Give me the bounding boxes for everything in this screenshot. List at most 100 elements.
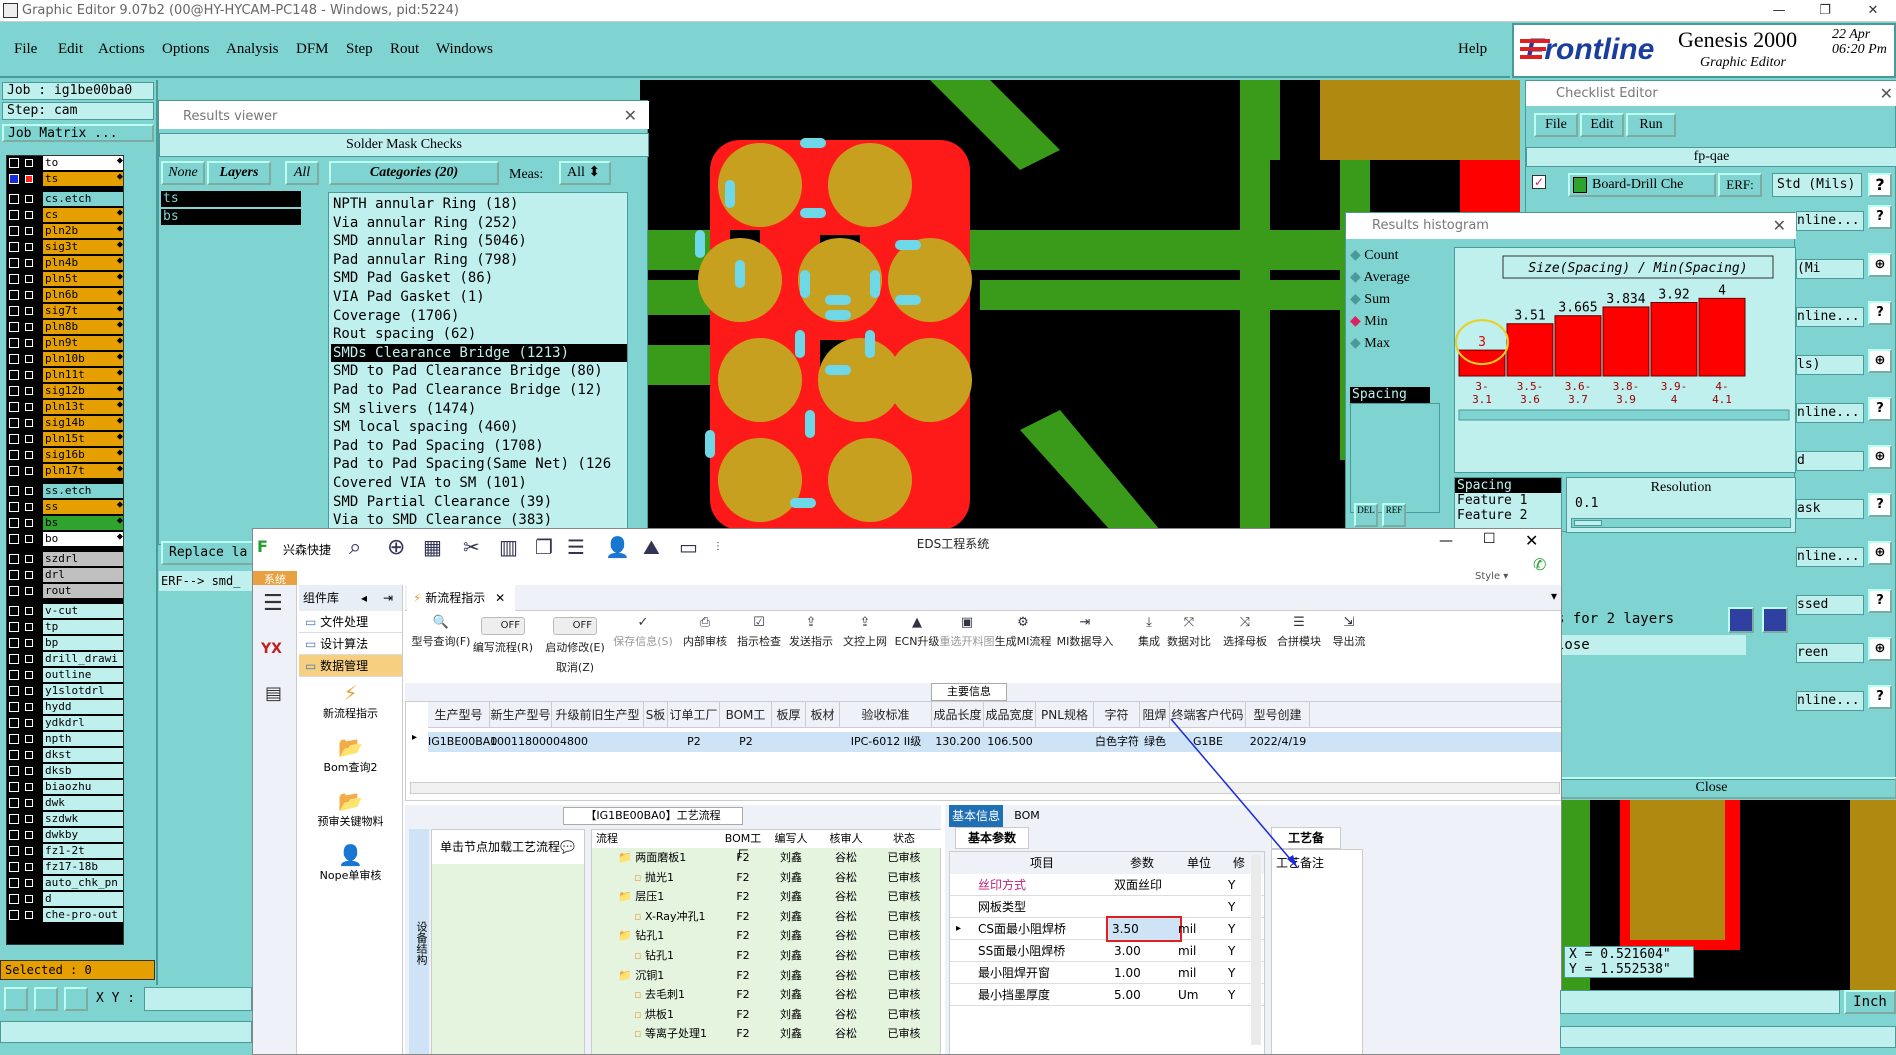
layer-row[interactable]: fz1-2t <box>7 844 125 858</box>
menu-step[interactable]: Step <box>346 41 373 58</box>
histogram-bar[interactable] <box>1506 323 1554 377</box>
layer-display-box[interactable] <box>25 467 33 475</box>
layer-display-box[interactable] <box>25 815 33 823</box>
layer-display-box[interactable] <box>25 487 33 495</box>
layer-row[interactable]: pln6b ⬥ <box>7 288 125 302</box>
layer-name[interactable]: pln17t <box>43 464 123 478</box>
menu-rout[interactable]: Rout <box>390 41 419 58</box>
menu-help[interactable]: Help <box>1458 41 1487 58</box>
menu-windows[interactable]: Windows <box>436 41 493 58</box>
layer-checkbox[interactable] <box>9 338 19 348</box>
layer-row[interactable]: drill_drawi <box>7 652 125 666</box>
radio-icon[interactable]: ◆ <box>1350 336 1364 351</box>
checklist-side-item[interactable]: nline... <box>1796 307 1864 327</box>
layer-checkbox[interactable] <box>9 418 19 428</box>
layer-display-box[interactable] <box>25 435 33 443</box>
zoom-icon[interactable]: ⊕ <box>1868 349 1892 373</box>
layer-row[interactable]: dkst <box>7 748 125 762</box>
layer-checkbox[interactable] <box>9 718 19 728</box>
checklist-side-item[interactable]: nline... <box>1796 547 1864 567</box>
layer-row[interactable]: rout <box>7 584 125 598</box>
layer-display-box[interactable] <box>25 895 33 903</box>
layer-checkbox[interactable] <box>9 258 19 268</box>
graphic-canvas-lower[interactable]: X = 0.521604" Y = 1.552538" <box>1560 800 1896 990</box>
category-item[interactable]: Via annular Ring (252) <box>331 214 627 232</box>
menu-file[interactable]: File <box>14 41 37 58</box>
category-item[interactable]: NPTH annular Ring (18) <box>331 195 627 213</box>
layer-name[interactable]: hydd <box>43 700 123 714</box>
layer-row[interactable]: cs ⬥ <box>7 208 125 222</box>
layer-display-box[interactable] <box>25 687 33 695</box>
layer-display-box[interactable] <box>25 703 33 711</box>
layer-checkbox[interactable] <box>9 370 19 380</box>
layer-checkbox[interactable] <box>9 766 19 776</box>
layer-checkbox[interactable] <box>9 450 19 460</box>
layer-checkbox[interactable] <box>9 290 19 300</box>
menu-actions[interactable]: Actions <box>98 41 145 58</box>
layer-row[interactable]: to ⬥ <box>7 156 125 170</box>
tool-icon-2[interactable] <box>34 987 58 1011</box>
ref-button[interactable]: REF <box>1382 503 1406 527</box>
layer-name[interactable]: v-cut <box>43 604 123 618</box>
layer-display-box[interactable] <box>25 195 33 203</box>
checklist-close-icon[interactable]: ✕ <box>1880 84 1893 103</box>
zoom-icon[interactable]: ⊕ <box>1868 541 1892 565</box>
layer-row[interactable]: dksb <box>7 764 125 778</box>
results-viewer-close-icon[interactable]: ✕ <box>624 106 637 125</box>
layer-checkbox[interactable] <box>9 670 19 680</box>
rv-layer-ts[interactable]: ts <box>161 191 301 207</box>
checklist-side-item[interactable]: nline... <box>1796 691 1864 711</box>
layer-checkbox[interactable] <box>9 750 19 760</box>
layer-display-box[interactable] <box>25 719 33 727</box>
layer-name[interactable]: sig16b <box>43 448 123 462</box>
layer-name[interactable]: szdrl <box>43 552 123 566</box>
all-button[interactable]: All <box>285 161 319 185</box>
layer-row[interactable]: pln4b ⬥ <box>7 256 125 270</box>
layer-name[interactable]: pln9t <box>43 336 123 350</box>
layer-display-box[interactable] <box>25 387 33 395</box>
layer-name[interactable]: sig7t <box>43 304 123 318</box>
layer-checkbox[interactable] <box>9 702 19 712</box>
category-item[interactable]: Pad to Pad Spacing(Same Net) (126 <box>331 455 627 473</box>
histogram-bar[interactable] <box>1698 297 1746 377</box>
histogram-option[interactable]: ◆ Min <box>1350 313 1388 330</box>
layer-name[interactable]: d <box>43 892 123 906</box>
layer-checkbox[interactable] <box>9 570 19 580</box>
layer-checkbox[interactable] <box>9 274 19 284</box>
layer-checkbox[interactable] <box>9 174 19 184</box>
category-item[interactable]: SMD to Pad Clearance Bridge (80) <box>331 362 627 380</box>
layer-name[interactable]: dksb <box>43 764 123 778</box>
layer-row[interactable]: cs.etch <box>7 192 125 206</box>
layer-display-box[interactable] <box>25 555 33 563</box>
layer-display-box[interactable] <box>25 519 33 527</box>
help-icon[interactable]: ? <box>1868 589 1892 613</box>
layer-name[interactable]: pln10b <box>43 352 123 366</box>
layer-checkbox[interactable] <box>9 686 19 696</box>
layer-display-box[interactable] <box>25 655 33 663</box>
layer-row[interactable]: bo ⬥ <box>7 532 125 546</box>
layer-row[interactable]: hydd <box>7 700 125 714</box>
histogram-bar[interactable] <box>1650 301 1698 377</box>
checklist-side-item[interactable]: ssed <box>1796 595 1864 615</box>
layer-display-box[interactable] <box>25 259 33 267</box>
layers-button[interactable]: Layers <box>207 161 271 185</box>
layer-display-box[interactable] <box>25 863 33 871</box>
layer-checkbox[interactable] <box>9 534 19 544</box>
layer-checkbox[interactable] <box>9 322 19 332</box>
layer-display-box[interactable] <box>25 831 33 839</box>
category-item[interactable]: Rout spacing (62) <box>331 325 627 343</box>
layer-name[interactable]: to <box>43 156 123 170</box>
board-drill-check[interactable]: Board-Drill Che <box>1568 173 1716 197</box>
layer-row[interactable]: d <box>7 892 125 906</box>
layer-row[interactable]: pln9t ⬥ <box>7 336 125 350</box>
layer-name[interactable]: pln2b <box>43 224 123 238</box>
layer-display-box[interactable] <box>25 911 33 919</box>
layer-name[interactable]: szdwk <box>43 812 123 826</box>
layer-checkbox[interactable] <box>9 862 19 872</box>
radio-icon[interactable]: ◆ <box>1350 270 1364 285</box>
layer-name[interactable]: pln8b <box>43 320 123 334</box>
category-item[interactable]: SM slivers (1474) <box>331 400 627 418</box>
layer-checkbox[interactable] <box>9 798 19 808</box>
layer-checkbox[interactable] <box>9 638 19 648</box>
layer-display-box[interactable] <box>25 571 33 579</box>
